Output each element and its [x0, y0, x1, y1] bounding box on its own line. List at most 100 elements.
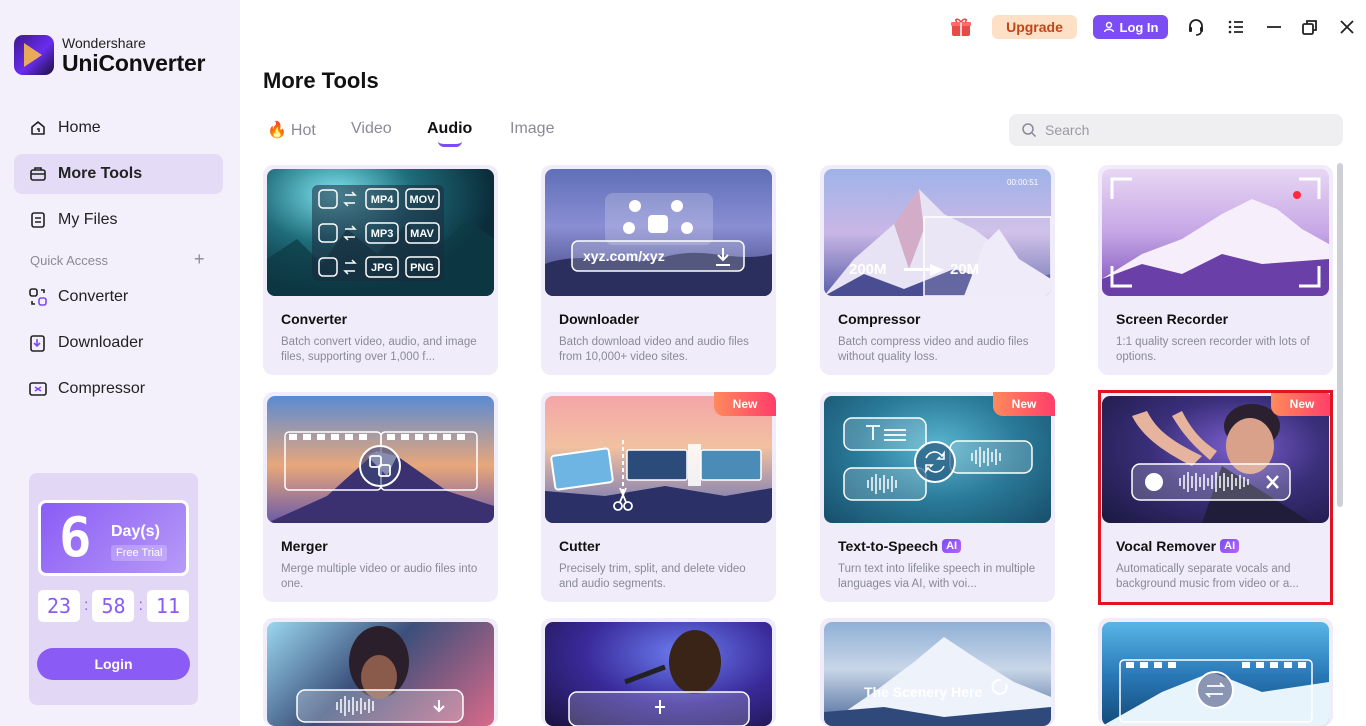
tool-card-converter[interactable]: MP4 MOV MP3 MAV JPG PNG Converter Batch …	[263, 165, 498, 375]
card-description: Batch compress video and audio files wit…	[838, 336, 1029, 363]
search-icon	[1022, 123, 1037, 138]
tool-card-text-to-speech[interactable]: New Text-to-Speech AI Turn text into life…	[820, 392, 1055, 602]
card-title: Vocal Remover AI	[1116, 538, 1240, 554]
scenery-overlay-text: The Scenery Here	[864, 684, 982, 700]
card-title: Cutter	[559, 538, 601, 554]
sidebar-item-label: Converter	[58, 288, 129, 305]
countdown-timer: 23 : 58 : 11	[38, 590, 189, 622]
top-login-button[interactable]: Log In	[1093, 15, 1168, 39]
format-png: PNG	[410, 262, 434, 274]
close-icon[interactable]	[1337, 15, 1357, 39]
card-description: Merge multiple video or audio files into…	[281, 563, 478, 590]
card-title: Downloader	[559, 311, 640, 327]
downloader-icon	[28, 333, 48, 353]
tool-card-compressor[interactable]: 00:00:51 200M 20M Compressor Batch compr…	[820, 165, 1055, 375]
converter-icon	[28, 287, 48, 307]
top-login-label: Log In	[1119, 19, 1159, 35]
free-trial-panel: 6 Day(s) Free Trial 23 : 58 : 11 Login	[29, 473, 198, 705]
new-badge: New	[1271, 392, 1333, 416]
card-title: Screen Recorder	[1116, 311, 1229, 327]
tool-card-row3-3[interactable]: The Scenery Here	[820, 618, 1055, 726]
card-title: Merger	[281, 538, 328, 554]
sidebar: Wondershare UniConverter Home More Tools…	[0, 0, 240, 726]
tab-label: Hot	[290, 122, 316, 139]
karaoke-thumbnail	[545, 622, 772, 726]
format-mav: MAV	[410, 228, 434, 240]
new-badge: New	[714, 392, 776, 416]
new-badge: New	[993, 392, 1055, 416]
gift-icon[interactable]	[948, 15, 974, 39]
home-icon	[28, 118, 48, 138]
page-title: More Tools	[263, 68, 379, 93]
sidebar-item-my-files[interactable]: My Files	[14, 200, 223, 240]
toolbox-icon	[28, 164, 48, 184]
trial-login-button[interactable]: Login	[37, 648, 190, 680]
sidebar-item-label: My Files	[58, 211, 118, 228]
headset-icon[interactable]	[1185, 15, 1207, 39]
timer-hours: 23	[38, 590, 80, 622]
video-merge-thumbnail	[1102, 622, 1329, 726]
tab-video[interactable]: Video	[351, 120, 392, 138]
tool-card-cutter[interactable]: New Cutter Precisely trim, split, and de…	[541, 392, 776, 602]
active-tab-indicator	[438, 141, 462, 147]
sidebar-item-compressor[interactable]: Compressor	[14, 369, 223, 409]
ai-badge: AI	[942, 539, 962, 553]
sidebar-item-downloader[interactable]: Downloader	[14, 323, 223, 363]
tool-card-screen-recorder[interactable]: Screen Recorder 1:1 quality screen recor…	[1098, 165, 1333, 375]
card-description: Automatically separate vocals and backgr…	[1116, 563, 1299, 590]
tab-audio[interactable]: Audio	[427, 120, 472, 138]
timer-seconds: 11	[146, 590, 189, 622]
noise-remover-thumbnail	[267, 622, 494, 726]
minimize-icon[interactable]	[1264, 15, 1284, 39]
fire-icon: 🔥	[267, 122, 287, 139]
card-title: Text-to-Speech AI	[838, 538, 962, 554]
video-duration: 00:00:51	[1007, 178, 1039, 187]
sidebar-item-home[interactable]: Home	[14, 108, 223, 148]
format-jpg: JPG	[371, 262, 393, 274]
upgrade-button[interactable]: Upgrade	[992, 15, 1077, 39]
compressor-icon	[28, 379, 48, 399]
trial-days-box: 6 Day(s) Free Trial	[38, 500, 189, 576]
download-url-text: xyz.com/xyz	[583, 248, 665, 264]
timer-minutes: 58	[92, 590, 135, 622]
tool-card-merger[interactable]: Merger Merge multiple video or audio fil…	[263, 392, 498, 602]
sidebar-item-label: Compressor	[58, 380, 146, 397]
tab-image[interactable]: Image	[510, 120, 554, 138]
format-mov: MOV	[409, 194, 435, 206]
sidebar-item-label: Home	[58, 119, 101, 136]
card-description: 1:1 quality screen recorder with lots of…	[1116, 336, 1310, 363]
tool-card-row3-4[interactable]	[1098, 618, 1333, 726]
free-trial-label: Free Trial	[111, 545, 168, 561]
app-logo: Wondershare UniConverter	[14, 35, 205, 75]
sidebar-item-label: More Tools	[58, 165, 143, 182]
sidebar-item-more-tools[interactable]: More Tools	[14, 154, 223, 194]
menu-list-icon[interactable]	[1226, 15, 1246, 39]
ai-badge: AI	[1220, 539, 1240, 553]
tool-card-row3-2[interactable]	[541, 618, 776, 726]
sidebar-item-converter[interactable]: Converter	[14, 277, 223, 317]
tool-card-vocal-remover[interactable]: New Vocal Remover AI Automatically separa…	[1098, 392, 1333, 602]
brand-bottom: UniConverter	[62, 49, 206, 76]
vertical-scrollbar[interactable]	[1337, 163, 1343, 507]
format-mp4: MP4	[371, 194, 395, 206]
user-icon	[1103, 21, 1114, 33]
trial-days-number: 6	[59, 506, 92, 569]
restore-icon[interactable]	[1300, 15, 1320, 39]
card-title: Converter	[281, 311, 348, 327]
card-description: Precisely trim, split, and delete video …	[559, 563, 746, 590]
format-mp3: MP3	[371, 228, 394, 240]
quick-access-label: Quick Access	[30, 253, 109, 268]
downloader-thumbnail: xyz.com/xyz	[545, 169, 772, 296]
converter-thumbnail: MP4 MOV MP3 MAV JPG PNG	[267, 169, 494, 296]
search-input[interactable]	[1009, 114, 1343, 146]
sidebar-item-label: Downloader	[58, 334, 144, 351]
compressed-size: 20M	[950, 261, 979, 278]
screen-recorder-thumbnail	[1102, 169, 1329, 296]
original-size: 200M	[849, 261, 887, 278]
trial-days-label: Day(s)	[111, 523, 160, 540]
tool-card-row3-1[interactable]	[263, 618, 498, 726]
tab-hot[interactable]: 🔥 Hot	[267, 120, 316, 140]
tool-card-downloader[interactable]: xyz.com/xyz Downloader Batch download vi…	[541, 165, 776, 375]
add-quick-access-icon[interactable]: +	[194, 249, 205, 270]
compressor-thumbnail: 00:00:51 200M 20M	[824, 169, 1051, 296]
